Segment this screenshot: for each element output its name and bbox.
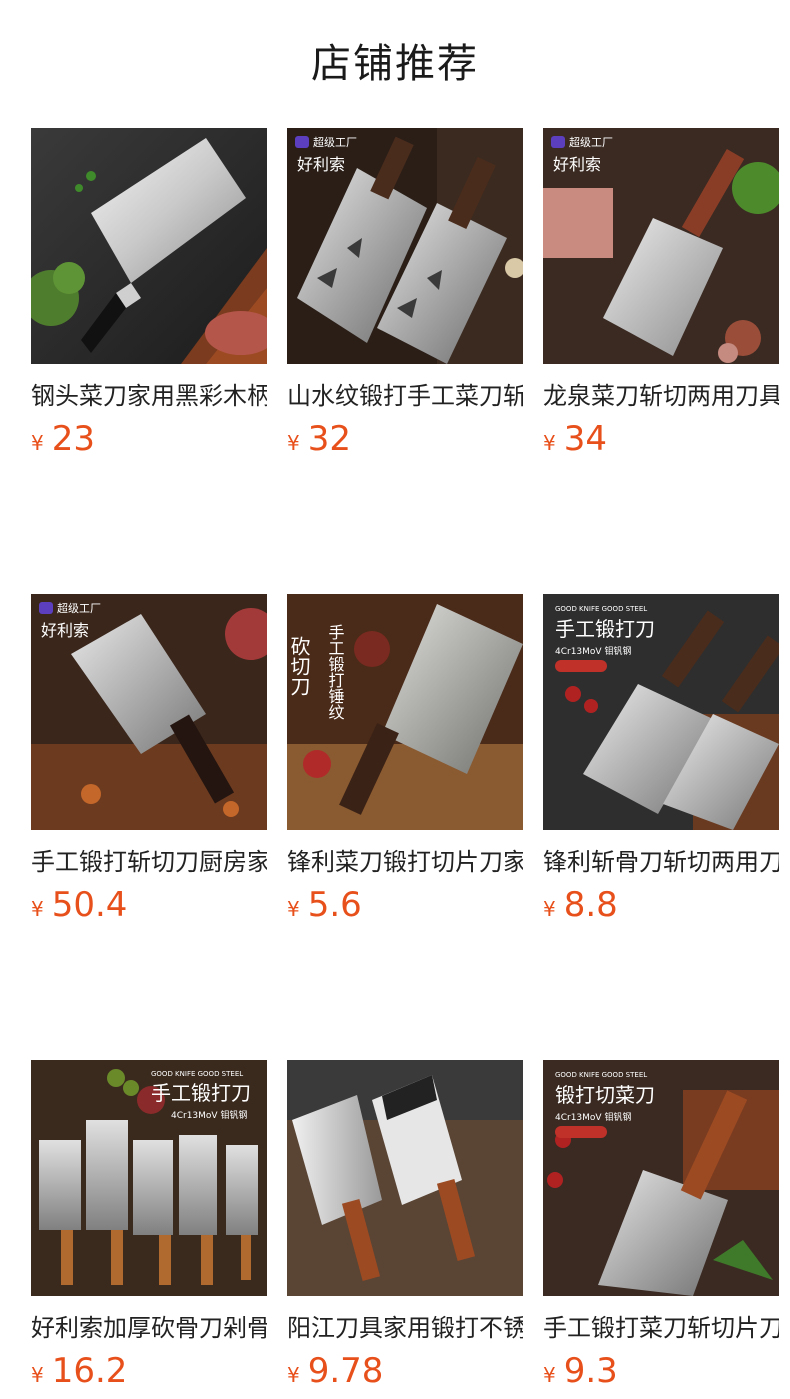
product-price: ¥9.3 (543, 1349, 779, 1393)
product-price: ¥8.8 (543, 883, 779, 927)
price-value: 34 (563, 419, 607, 459)
product-name[interactable]: 龙泉菜刀斩切两用刀具 (543, 379, 779, 413)
currency-symbol: ¥ (31, 431, 44, 455)
price-value: 5.6 (307, 885, 362, 925)
product-image[interactable]: 超级工厂 好利索 (31, 594, 267, 830)
badge-text: 超级工厂 (313, 135, 357, 149)
product-price: ¥9.78 (287, 1349, 523, 1393)
product-name[interactable]: 阳江刀具家用锻打不锈 (287, 1311, 523, 1345)
badge-text: 超级工厂 (569, 135, 613, 149)
badge-text: GOOD KNIFE GOOD STEEL (151, 1070, 243, 1078)
slogan-text: 砍切刀 (287, 636, 311, 696)
currency-symbol: ¥ (287, 431, 300, 455)
product-name[interactable]: 山水纹锻打手工菜刀斩 (287, 379, 523, 413)
product-image[interactable] (31, 128, 267, 364)
product-card[interactable]: GOOD KNIFE GOOD STEEL 手工锻打刀 4Cr13MoV 钼钒钢… (31, 1060, 267, 1393)
currency-symbol: ¥ (543, 897, 556, 921)
price-value: 50.4 (51, 885, 128, 925)
product-price: ¥34 (543, 417, 779, 461)
currency-symbol: ¥ (287, 1363, 300, 1387)
price-value: 32 (307, 419, 351, 459)
badge-text: GOOD KNIFE GOOD STEEL (555, 605, 647, 613)
steel-text: 4Cr13MoV 钼钒钢 (555, 1111, 631, 1123)
product-card[interactable]: 阳江刀具家用锻打不锈 ¥9.78 (287, 1060, 523, 1393)
product-card[interactable]: 超级工厂 好利索 龙泉菜刀斩切两用刀具 ¥34 (543, 128, 779, 461)
product-card[interactable]: 砍切刀 手工锻打锤纹 锋利菜刀锻打切片刀家 ¥5.6 (287, 594, 523, 927)
product-card[interactable]: GOOD KNIFE GOOD STEEL 锻打切菜刀 4Cr13MoV 钼钒钢… (543, 1060, 779, 1393)
product-image[interactable]: 超级工厂 好利索 (543, 128, 779, 364)
shop-recommend-page: 店铺推荐 钢头菜刀家用黑彩木柄 ¥ 23 超级工厂 好利索 山水纹锻打手工菜刀斩… (0, 0, 790, 1391)
product-name[interactable]: 锋利菜刀锻打切片刀家 (287, 845, 523, 879)
product-image[interactable]: 超级工厂 好利索 (287, 128, 523, 364)
product-card[interactable]: 钢头菜刀家用黑彩木柄 ¥23 (31, 128, 267, 461)
product-image[interactable] (287, 1060, 523, 1296)
product-image[interactable]: GOOD KNIFE GOOD STEEL 锻打切菜刀 4Cr13MoV 钼钒钢 (543, 1060, 779, 1296)
slogan-text: 锻打切菜刀 (555, 1083, 655, 1107)
steel-text: 4Cr13MoV 钼钒钢 (555, 645, 631, 657)
product-price: ¥16.2 (31, 1349, 267, 1393)
brand-text: 好利索 (297, 155, 345, 174)
product-grid: 钢头菜刀家用黑彩木柄 ¥23 超级工厂 好利索 山水纹锻打手工菜刀斩 ¥ 32 … (31, 128, 779, 1393)
badge-text: 超级工厂 (57, 601, 101, 615)
brand-text: 好利索 (553, 155, 601, 174)
currency-symbol: ¥ (543, 1363, 556, 1387)
product-name[interactable]: 钢头菜刀家用黑彩木柄 (31, 379, 267, 413)
product-price: ¥50.4 (31, 883, 267, 927)
price-value: 16.2 (51, 1351, 128, 1391)
currency-symbol: ¥ (31, 897, 44, 921)
price-value: 8.8 (563, 885, 618, 925)
product-card[interactable]: GOOD KNIFE GOOD STEEL 手工锻打刀 4Cr13MoV 钼钒钢… (543, 594, 779, 927)
page-title: 店铺推荐 (311, 41, 479, 87)
product-card[interactable]: 超级工厂 好利索 手工锻打斩切刀厨房家 ¥50.4 (31, 594, 267, 927)
slogan-text: 手工锻打刀 (151, 1081, 251, 1105)
currency-symbol: ¥ (287, 897, 300, 921)
product-name[interactable]: 手工锻打菜刀斩切片刀 (543, 1311, 779, 1345)
badge-text: GOOD KNIFE GOOD STEEL (555, 1071, 647, 1079)
product-image[interactable]: GOOD KNIFE GOOD STEEL 手工锻打刀 4Cr13MoV 钼钒钢 (31, 1060, 267, 1296)
product-card[interactable]: 超级工厂 好利索 山水纹锻打手工菜刀斩 ¥32 (287, 128, 523, 461)
product-price: ¥5.6 (287, 883, 523, 927)
product-name[interactable]: 锋利斩骨刀斩切两用刀 (543, 845, 779, 879)
product-name[interactable]: 手工锻打斩切刀厨房家 (31, 845, 267, 879)
price-value: 23 (51, 419, 95, 459)
product-price: ¥32 (287, 417, 523, 461)
slogan-text: 手工锻打刀 (555, 617, 655, 641)
product-price: ¥23 (31, 417, 267, 461)
currency-symbol: ¥ (543, 431, 556, 455)
price-value: 9.3 (563, 1351, 618, 1391)
price-value: 9.78 (307, 1351, 384, 1391)
currency-symbol: ¥ (31, 1363, 44, 1387)
steel-text: 手工锻打锤纹 (326, 624, 345, 720)
brand-text: 好利索 (41, 621, 89, 640)
product-name[interactable]: 好利索加厚砍骨刀剁骨 (31, 1311, 267, 1345)
steel-text: 4Cr13MoV 钼钒钢 (171, 1109, 247, 1121)
product-image[interactable]: 砍切刀 手工锻打锤纹 (287, 594, 523, 830)
product-image[interactable]: GOOD KNIFE GOOD STEEL 手工锻打刀 4Cr13MoV 钼钒钢 (543, 594, 779, 830)
